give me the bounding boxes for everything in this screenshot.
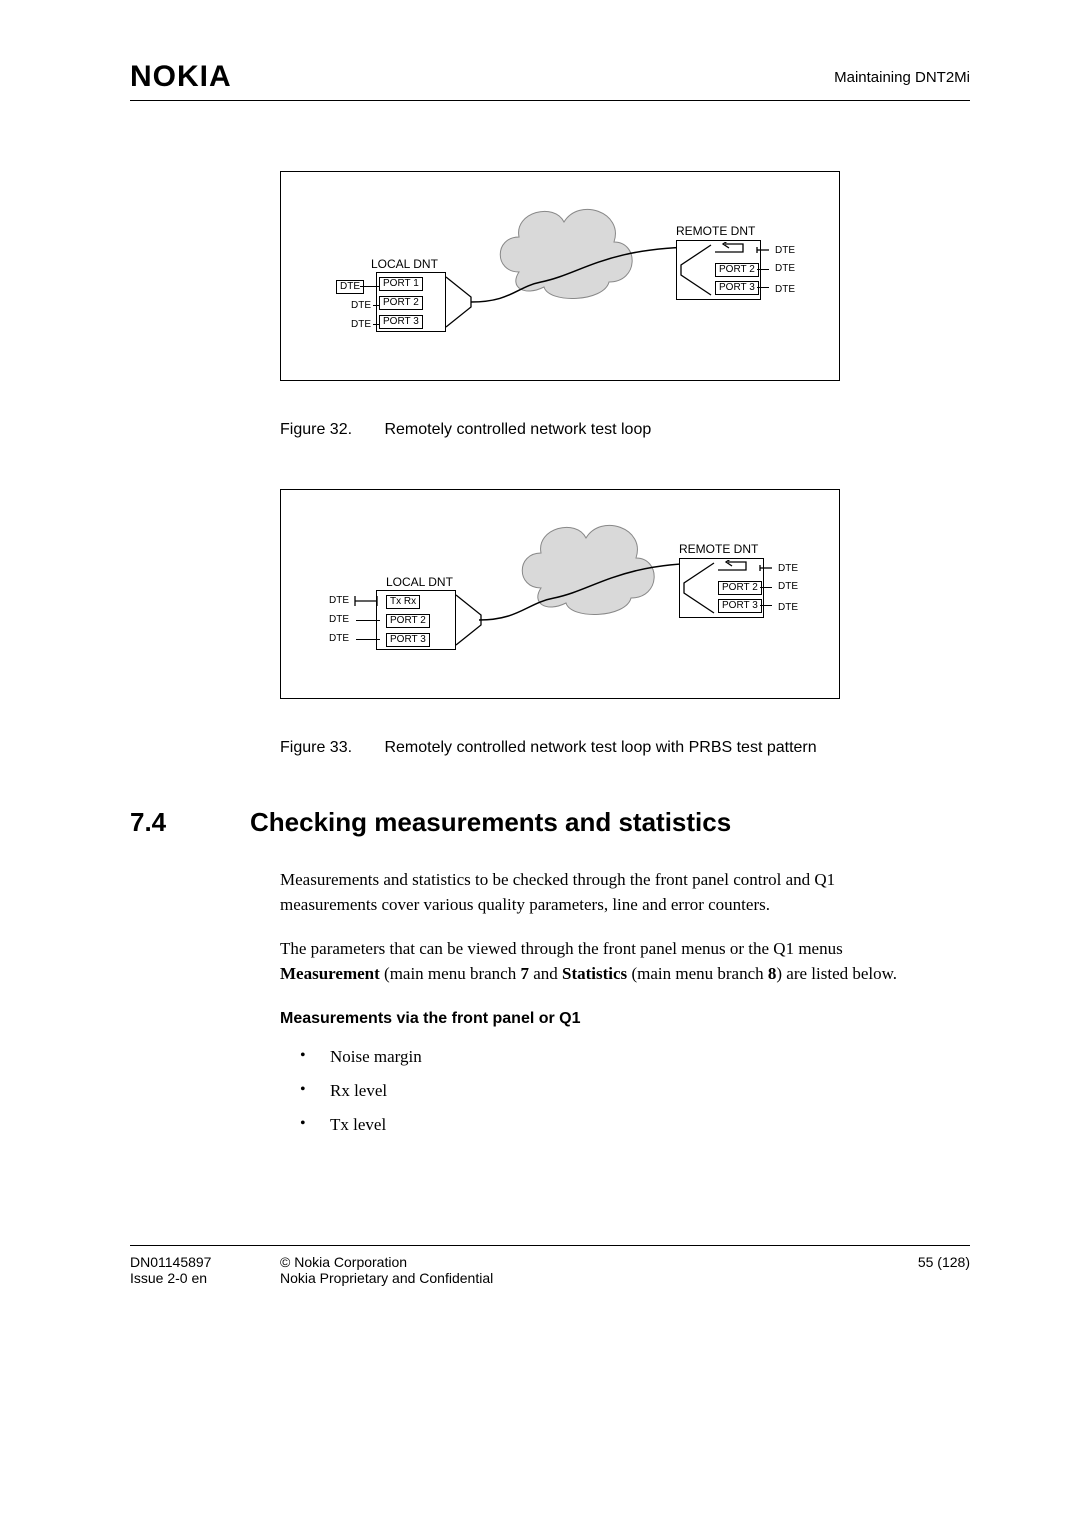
dte-box: DTE [336, 280, 364, 294]
section-title: Checking measurements and statistics [250, 807, 731, 838]
link-line [479, 548, 709, 648]
loop-icon [713, 242, 773, 262]
port-label: PORT 2 [715, 263, 759, 277]
txrx-label: Tx Rx [386, 595, 420, 609]
footer-issue: Issue 2-0 en [130, 1270, 280, 1286]
port-label: PORT 1 [379, 277, 423, 291]
figure-33-caption: Figure 33. Remotely controlled network t… [280, 739, 970, 757]
port-label: PORT 3 [718, 599, 762, 613]
figure-32-caption: Figure 32. Remotely controlled network t… [280, 421, 970, 439]
doc-title: Maintaining DNT2Mi [834, 69, 970, 86]
footer-copyright: © Nokia Corporation [280, 1254, 890, 1270]
port-label: PORT 3 [386, 633, 430, 647]
connector-icon [351, 593, 381, 609]
footer-page-number: 55 (128) [890, 1254, 970, 1270]
body-paragraph: The parameters that can be viewed throug… [280, 937, 920, 986]
figure-caption-text: Remotely controlled network test loop wi… [384, 739, 816, 756]
figure-32: LOCAL DNT PORT 1 PORT 2 PORT 3 DTE DTE D… [280, 171, 970, 439]
footer-dn: DN01145897 [130, 1254, 280, 1270]
body-paragraph: Measurements and statistics to be checke… [280, 868, 920, 917]
link-line [471, 232, 701, 332]
dte-label: DTE [775, 263, 795, 274]
nokia-logo: NOKIA [130, 60, 232, 94]
section-number: 7.4 [130, 807, 250, 838]
figure-33-diagram: LOCAL DNT Tx Rx DTE PORT 2 DTE PORT 3 DT… [280, 489, 840, 699]
figure-caption-number: Figure 32. [280, 421, 380, 439]
dte-label: DTE [775, 284, 795, 295]
dte-label: DTE [329, 614, 349, 625]
footer-confidential: Nokia Proprietary and Confidential [280, 1270, 890, 1286]
dte-label: DTE [778, 602, 798, 613]
figure-caption-text: Remotely controlled network test loop [384, 421, 651, 438]
dte-label: DTE [778, 563, 798, 574]
subheading: Measurements via the front panel or Q1 [280, 1007, 920, 1030]
dte-label: DTE [351, 319, 371, 330]
port-label: PORT 3 [379, 315, 423, 329]
bullet-list: Noise margin Rx level Tx level [280, 1047, 970, 1135]
port-label: PORT 2 [386, 614, 430, 628]
remote-dnt-title: REMOTE DNT [679, 542, 758, 556]
section-heading: 7.4 Checking measurements and statistics [130, 807, 970, 838]
figure-caption-number: Figure 33. [280, 739, 380, 757]
loop-icon [716, 560, 776, 580]
list-item: Tx level [300, 1115, 970, 1135]
remote-dnt-title: REMOTE DNT [676, 224, 755, 238]
port-label: PORT 3 [715, 281, 759, 295]
dte-label: DTE [775, 245, 795, 256]
page-header: NOKIA Maintaining DNT2Mi [130, 60, 970, 101]
dte-label: DTE [778, 581, 798, 592]
local-dnt-title: LOCAL DNT [371, 257, 438, 271]
dte-label: DTE [329, 595, 349, 606]
port-label: PORT 2 [379, 296, 423, 310]
figure-32-diagram: LOCAL DNT PORT 1 PORT 2 PORT 3 DTE DTE D… [280, 171, 840, 381]
list-item: Noise margin [300, 1047, 970, 1067]
local-dnt-title: LOCAL DNT [386, 575, 453, 589]
dte-label: DTE [351, 300, 371, 311]
figure-33: LOCAL DNT Tx Rx DTE PORT 2 DTE PORT 3 DT… [280, 489, 970, 757]
port-label: PORT 2 [718, 581, 762, 595]
list-item: Rx level [300, 1081, 970, 1101]
page-footer: DN01145897 Issue 2-0 en © Nokia Corporat… [130, 1245, 970, 1286]
dte-label: DTE [329, 633, 349, 644]
